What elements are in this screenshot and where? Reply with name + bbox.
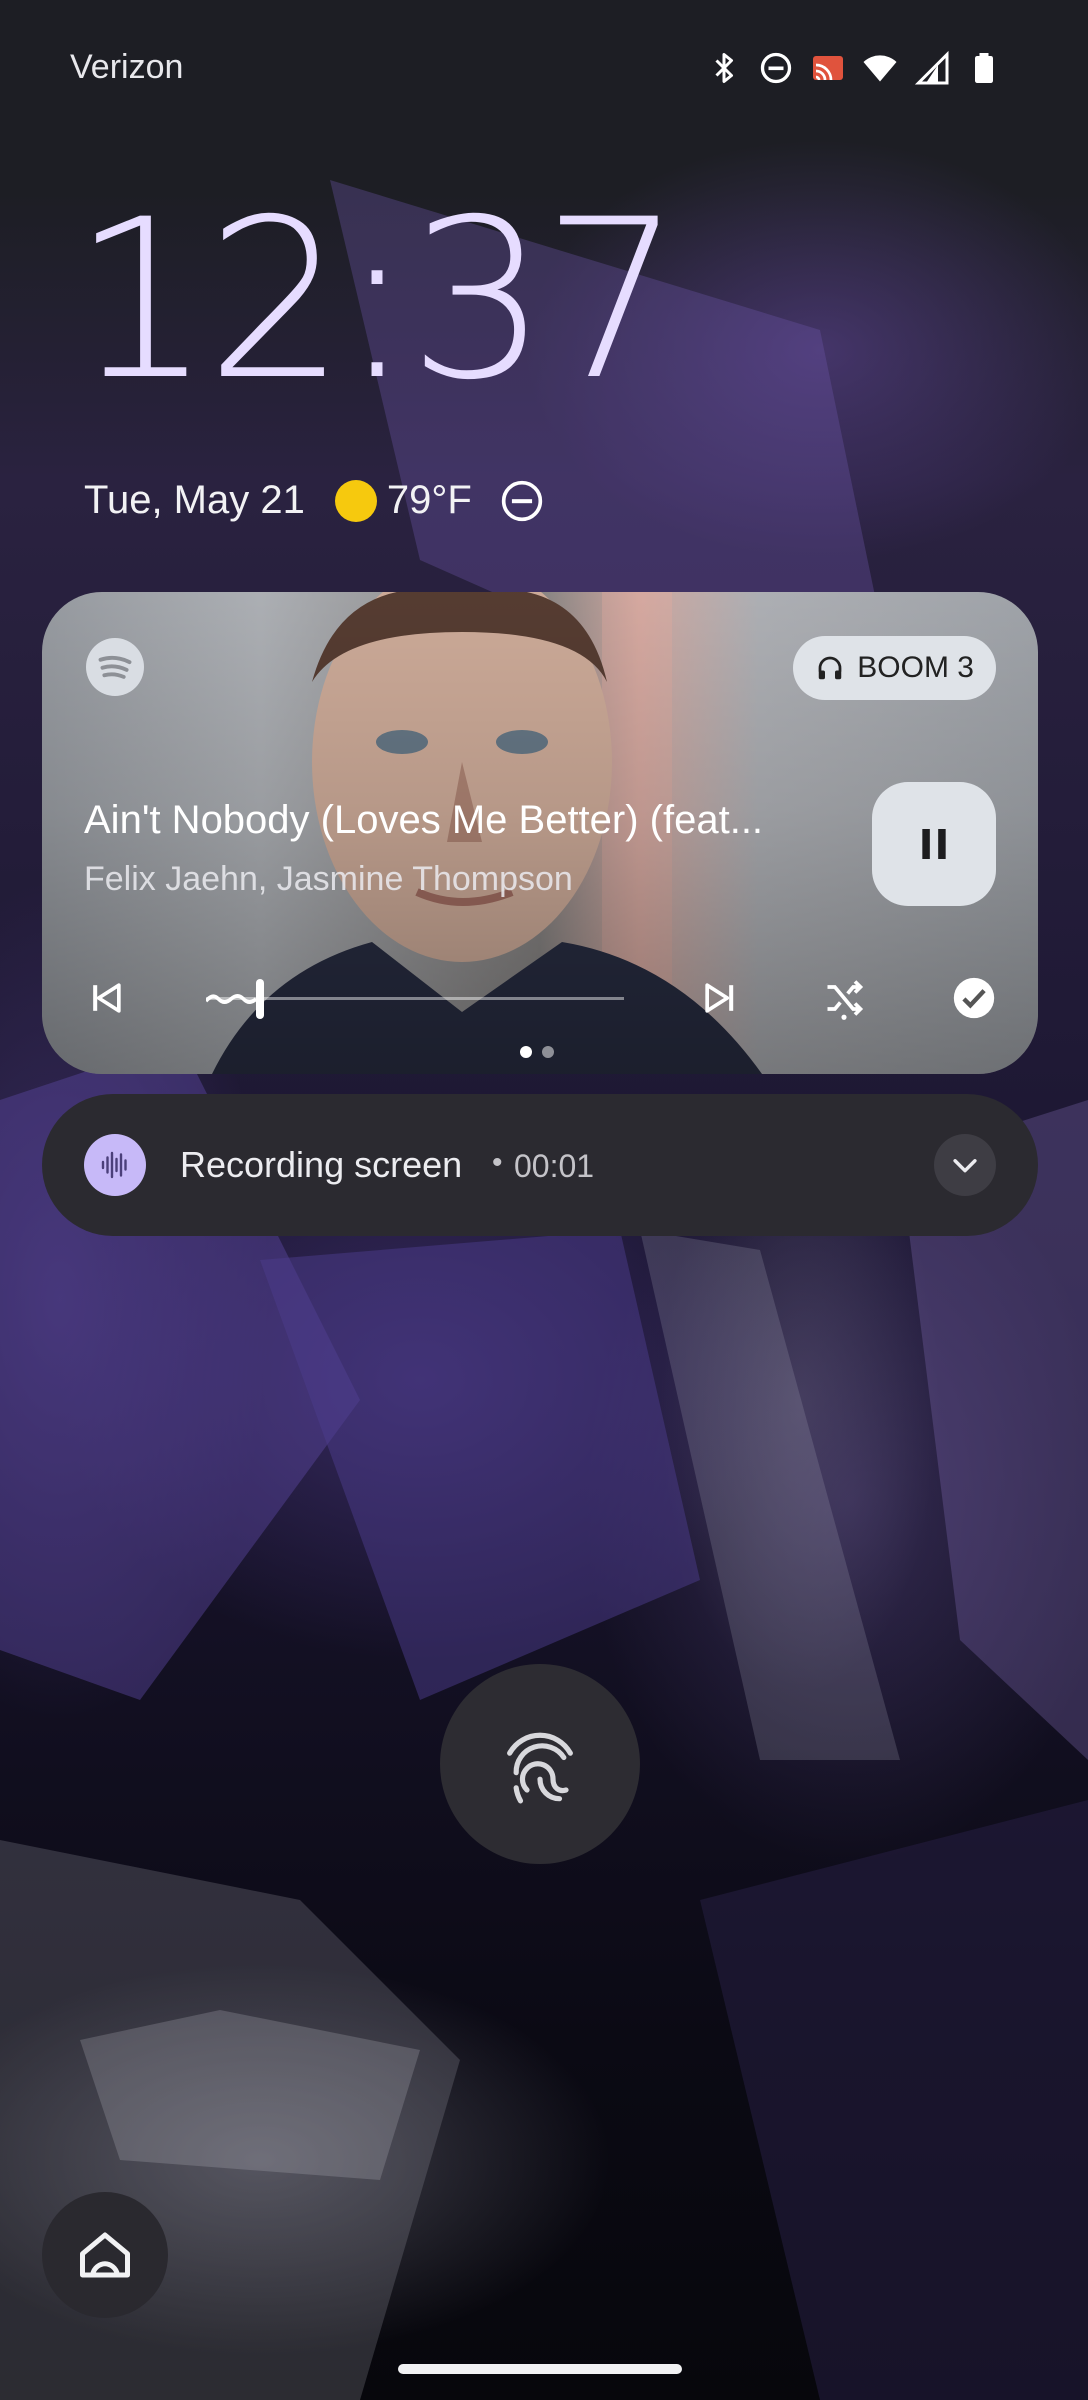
check-circle-icon — [953, 977, 995, 1019]
status-bar: Verizon — [0, 40, 1088, 96]
home-shortcut-button[interactable] — [42, 2192, 168, 2318]
status-icons — [706, 50, 1002, 86]
shuffle-icon — [827, 980, 864, 1020]
screen-recording-notification[interactable]: Recording screen • 00:01 — [42, 1094, 1038, 1236]
skip-previous-icon — [93, 983, 121, 1013]
media-page-indicator — [520, 1046, 554, 1058]
fingerprint-icon — [507, 1732, 573, 1804]
shuffle-button[interactable] — [822, 976, 866, 1020]
bluetooth-icon — [706, 50, 742, 86]
track-artist: Felix Jaehn, Jasmine Thompson — [84, 860, 573, 898]
expand-notification-button[interactable] — [934, 1134, 996, 1196]
skip-next-icon — [705, 983, 734, 1013]
spotify-icon[interactable] — [86, 638, 144, 696]
seek-thumb[interactable] — [256, 979, 264, 1019]
carrier-name: Verizon — [70, 48, 184, 86]
do-not-disturb-icon — [758, 50, 794, 86]
recording-elapsed-time: 00:01 — [514, 1148, 595, 1184]
gesture-navigation-handle[interactable] — [398, 2364, 682, 2374]
media-player-card[interactable]: BOOM 3 Ain't Nobody (Loves Me Better) (f… — [42, 592, 1038, 1074]
wifi-icon — [862, 50, 898, 86]
fingerprint-sensor[interactable] — [440, 1664, 640, 1864]
next-track-button[interactable] — [698, 976, 742, 1020]
cell-signal-icon — [914, 50, 950, 86]
battery-icon — [966, 50, 1002, 86]
lockscreen-clock: 12:37 — [72, 172, 682, 428]
previous-track-button[interactable] — [84, 976, 128, 1020]
home-icon — [80, 2232, 130, 2278]
date-weather-row[interactable]: Tue, May 21 79°F — [84, 478, 544, 523]
lockscreen-date: Tue, May 21 — [84, 478, 305, 522]
notification-title: Recording screen — [180, 1144, 463, 1185]
headphones-icon — [818, 656, 842, 680]
save-to-library-button[interactable] — [952, 976, 996, 1020]
sunny-icon — [334, 479, 377, 522]
chevron-down-icon — [953, 1159, 977, 1173]
seek-progress — [206, 994, 256, 1004]
page-dot — [542, 1046, 554, 1058]
page-dot — [520, 1046, 532, 1058]
output-device-name: BOOM 3 — [857, 651, 974, 684]
media-controls — [42, 972, 1038, 1026]
temperature: 79°F — [386, 478, 472, 522]
notification-separator: • — [492, 1146, 503, 1179]
pause-icon — [922, 829, 946, 859]
cast-icon — [810, 50, 846, 86]
track-title: Ain't Nobody (Loves Me Better) (feat... — [84, 798, 764, 842]
seek-track — [206, 997, 624, 1000]
output-device-chip[interactable]: BOOM 3 — [793, 636, 996, 700]
pause-button[interactable] — [872, 782, 996, 906]
sound-wave-icon — [84, 1134, 146, 1196]
do-not-disturb-icon — [500, 479, 544, 523]
seek-bar[interactable] — [206, 972, 624, 1026]
